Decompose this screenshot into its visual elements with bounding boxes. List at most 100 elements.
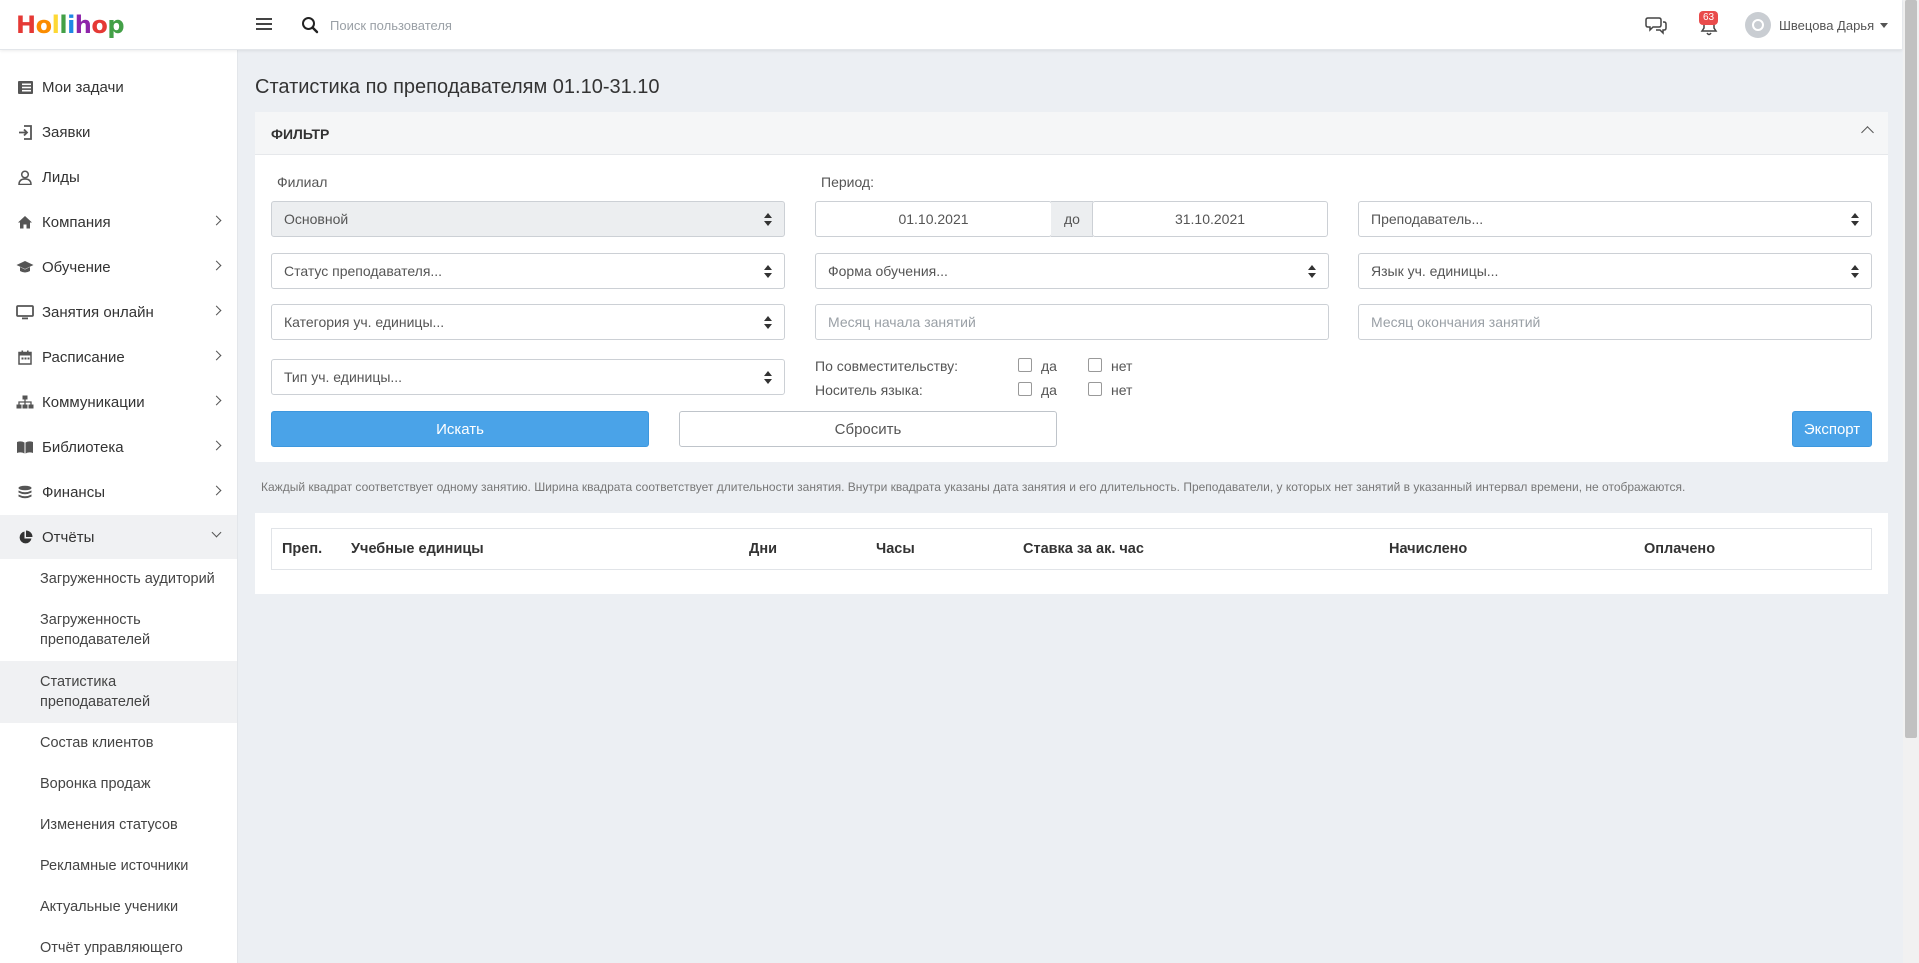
top-bar: Hollihop 63 Швецова Дарья xyxy=(0,0,1902,50)
sidebar-item-company[interactable]: Компания xyxy=(0,200,237,244)
calendar-icon xyxy=(16,349,34,365)
list-icon xyxy=(16,79,34,95)
native-no-checkbox[interactable] xyxy=(1088,382,1102,396)
chat-icon[interactable] xyxy=(1645,15,1667,35)
part-time-yes-label: да xyxy=(1041,358,1057,374)
column-header-accrued[interactable]: Начислено xyxy=(1389,541,1467,557)
column-header-days[interactable]: Дни xyxy=(749,541,777,557)
sidebar-subitem-label: Загруженность преподавателей xyxy=(40,612,151,648)
sort-icon xyxy=(764,371,772,385)
study-form-value: Форма обучения... xyxy=(828,263,948,279)
book-icon xyxy=(16,439,34,455)
stats-table-panel: Преп. Учебные единицы Дни Часы Ставка за… xyxy=(255,513,1888,594)
sidebar-subitem-label: Воронка продаж xyxy=(40,776,151,792)
column-header-teacher[interactable]: Преп. xyxy=(282,541,322,557)
teacher-status-select[interactable]: Статус преподавателя... xyxy=(271,253,785,289)
unit-type-select[interactable]: Тип уч. единицы... xyxy=(271,359,785,395)
part-time-yes-checkbox[interactable] xyxy=(1018,358,1032,372)
logo-letter: o xyxy=(35,11,53,39)
notifications-badge: 63 xyxy=(1699,11,1719,25)
period-from-input[interactable] xyxy=(815,201,1052,237)
sidebar-item-online-classes[interactable]: Занятия онлайн xyxy=(0,290,237,334)
sidebar-item-label: Коммуникации xyxy=(42,393,145,411)
sidebar-item-label: Отчёты xyxy=(42,528,95,546)
study-form-select[interactable]: Форма обучения... xyxy=(815,253,1329,289)
native-yes-label: да xyxy=(1041,382,1057,398)
reset-button[interactable]: Сбросить xyxy=(679,411,1057,447)
part-time-no-label: нет xyxy=(1111,358,1133,374)
chevron-down-icon xyxy=(211,527,222,538)
part-time-no-checkbox[interactable] xyxy=(1088,358,1102,372)
end-month-input[interactable] xyxy=(1358,304,1872,340)
sidebar-subitem-room-load[interactable]: Загруженность аудиторий xyxy=(0,559,237,599)
filter-panel-header[interactable]: ФИЛЬТР xyxy=(255,112,1888,155)
coins-icon xyxy=(16,484,34,500)
user-search-input[interactable] xyxy=(330,13,730,37)
period-label: Период: xyxy=(821,174,874,190)
chevron-right-icon xyxy=(211,215,222,226)
user-icon xyxy=(16,169,34,185)
sidebar-item-library[interactable]: Библиотека xyxy=(0,425,237,469)
logo-letter: l xyxy=(59,11,68,39)
column-header-rate[interactable]: Ставка за ак. час xyxy=(1023,541,1144,557)
start-month-input[interactable] xyxy=(815,304,1329,340)
export-button[interactable]: Экспорт xyxy=(1792,411,1872,447)
sidebar-subitem-client-composition[interactable]: Состав клиентов xyxy=(0,723,237,763)
teacher-status-value: Статус преподавателя... xyxy=(284,263,443,279)
sidebar-subitem-label: Состав клиентов xyxy=(40,735,154,751)
sidebar-subitem-label: Изменения статусов xyxy=(40,817,178,833)
teacher-select[interactable]: Преподаватель... xyxy=(1358,201,1872,237)
page-scrollbar-thumb[interactable] xyxy=(1905,0,1917,738)
sidebar-item-tasks[interactable]: Мои задачи xyxy=(0,65,237,109)
sidebar-subitem-ad-sources[interactable]: Рекламные источники xyxy=(0,846,237,886)
logo-letter: o xyxy=(91,11,108,39)
part-time-label: По совместительству: xyxy=(815,358,959,374)
sidebar-subitem-manager-report[interactable]: Отчёт управляющего xyxy=(0,928,237,963)
sort-icon xyxy=(1308,265,1316,279)
branch-select[interactable]: Основной xyxy=(271,201,785,237)
sidebar-subitem-label: Рекламные источники xyxy=(40,858,189,874)
sidebar-item-label: Заявки xyxy=(42,123,91,141)
sidebar-item-education[interactable]: Обучение xyxy=(0,245,237,289)
period-to-input[interactable] xyxy=(1092,201,1328,237)
sidebar-subitem-active-students[interactable]: Актуальные ученики xyxy=(0,887,237,927)
info-hint: Каждый квадрат соответствует одному заня… xyxy=(261,480,1686,494)
graduation-cap-icon xyxy=(16,259,34,275)
sidebar-subitem-teacher-load[interactable]: Загруженность преподавателей xyxy=(0,599,237,661)
sidebar-item-finance[interactable]: Финансы xyxy=(0,470,237,514)
search-button[interactable]: Искать xyxy=(271,411,649,447)
column-header-units[interactable]: Учебные единицы xyxy=(351,541,484,557)
column-header-hours[interactable]: Часы xyxy=(876,541,915,557)
chevron-up-icon[interactable] xyxy=(1861,126,1874,139)
column-header-paid[interactable]: Оплачено xyxy=(1644,541,1715,557)
chevron-right-icon xyxy=(211,350,222,361)
hollihop-logo[interactable]: Hollihop xyxy=(16,11,125,39)
native-yes-checkbox[interactable] xyxy=(1018,382,1032,396)
sort-icon xyxy=(764,265,772,279)
sidebar-item-schedule[interactable]: Расписание xyxy=(0,335,237,379)
unit-category-select[interactable]: Категория уч. единицы... xyxy=(271,304,785,340)
sidebar-subitem-teacher-stats[interactable]: Статистика преподавателей xyxy=(0,661,237,723)
branch-label: Филиал xyxy=(277,174,328,190)
sidebar-subitem-sales-funnel[interactable]: Воронка продаж xyxy=(0,764,237,804)
unit-language-select[interactable]: Язык уч. единицы... xyxy=(1358,253,1872,289)
sidebar-item-reports[interactable]: Отчёты xyxy=(0,515,237,559)
logo-letter: p xyxy=(107,11,125,39)
sidebar-item-leads[interactable]: Лиды xyxy=(0,155,237,199)
sitemap-icon xyxy=(16,394,34,410)
sidebar-item-requests[interactable]: Заявки xyxy=(0,110,237,154)
unit-type-value: Тип уч. единицы... xyxy=(284,369,403,385)
sidebar-item-label: Библиотека xyxy=(42,438,124,456)
chevron-right-icon xyxy=(211,305,222,316)
sidebar-item-label: Расписание xyxy=(42,348,125,366)
sidebar-item-label: Финансы xyxy=(42,483,105,501)
sort-icon xyxy=(1851,265,1859,279)
sort-icon xyxy=(1851,213,1859,227)
user-menu[interactable]: Швецова Дарья xyxy=(1745,12,1889,38)
sidebar-subitem-label: Загруженность аудиторий xyxy=(40,571,215,587)
sidebar-item-communications[interactable]: Коммуникации xyxy=(0,380,237,424)
user-name: Швецова Дарья xyxy=(1779,17,1875,33)
menu-toggle-icon[interactable] xyxy=(256,15,272,33)
sidebar-subitem-status-changes[interactable]: Изменения статусов xyxy=(0,805,237,845)
sidebar-subitem-label: Отчёт управляющего xyxy=(40,940,183,956)
